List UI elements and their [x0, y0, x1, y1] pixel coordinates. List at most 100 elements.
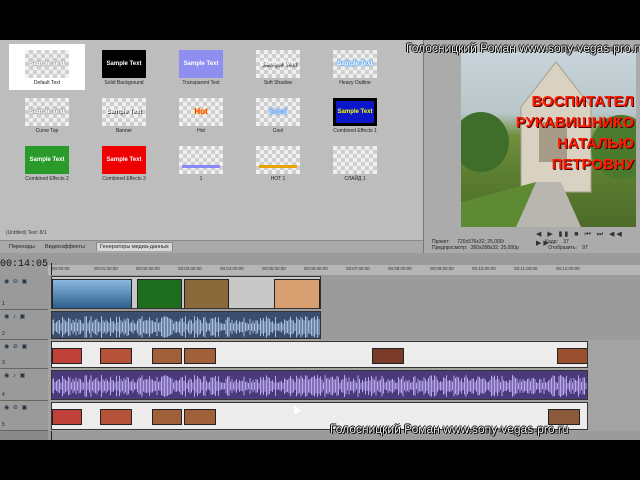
preset-hot[interactable]: Hot Hot — [163, 92, 239, 138]
preview-title-line-3: НАТАЛЬЮ — [557, 135, 634, 152]
track-number: 3 — [2, 360, 5, 366]
ruler-tick-label: 00:07:00:00 — [346, 266, 370, 271]
preview-title-line-2: РУКАВИШНИКО — [515, 114, 634, 131]
tab-media-generators[interactable]: Генераторы медиа-данных — [96, 242, 173, 251]
tab-video-fx[interactable]: Видеоэффекты — [42, 243, 88, 251]
track-header-4[interactable]: ◉ ♪ ▣ 4 — [0, 369, 48, 401]
audio-clip[interactable] — [51, 370, 588, 400]
preset-curve[interactable]: Sample Text Curve Top — [9, 92, 85, 138]
track-header-2[interactable]: ◉ ♪ ▣ 2 — [0, 310, 48, 340]
track-lane-2[interactable] — [48, 310, 640, 340]
preset-label: Combined Effects 3 — [102, 176, 146, 182]
audio-clip[interactable] — [51, 311, 321, 339]
clip-thumbnail — [52, 279, 132, 308]
media-generators-panel: Sample Text Default Text Sample Text Solid … — [0, 40, 424, 254]
track-header-1[interactable]: ◉ ⊘ ▣ 1 — [0, 275, 48, 310]
preset-thumbnail: Sample Text — [25, 98, 69, 126]
preset-default[interactable]: Sample Text Default Text — [9, 44, 85, 90]
preview-title-line-4: ПЕТРОВНУ — [551, 156, 634, 173]
clip-thumbnail — [184, 279, 229, 308]
track-lane-3[interactable] — [48, 340, 640, 369]
preset-custom1[interactable]: 1 — [163, 140, 239, 186]
track-controls-icon[interactable]: ◉ ♪ ▣ — [4, 313, 26, 320]
preset-thumbnail: Sample Text — [102, 146, 146, 174]
preset-label: Soft Shadow — [263, 80, 293, 86]
clip-thumbnail — [152, 409, 182, 425]
preset-custom3[interactable]: СЛАЙД 1 — [317, 140, 393, 186]
preset-label: 1 — [199, 176, 203, 182]
ruler-tick-label: 00:11:00:00 — [514, 266, 538, 271]
preview-quality-label: Предпросмотр: — [432, 245, 468, 251]
timecode-display: 00:14:05 — [0, 259, 49, 270]
watermark-top: Голосницкий Роман www.sony-vegas-pro.ru — [406, 41, 640, 55]
ruler-tick-label: 00:09:00:00 — [430, 266, 454, 271]
preset-outline[interactable]: Sample Text Heavy Outline — [317, 44, 393, 90]
ruler-tick-label: 00:03:00:00 — [178, 266, 202, 271]
timeline: 00:14:05 00:00:00 00:01:00:00 00:02:00:00 0… — [0, 253, 640, 440]
preset-thumbnail: Sample Text — [179, 50, 223, 78]
preset-combined3[interactable]: Sample Text Combined Effects 3 — [86, 140, 162, 186]
preset-transparent[interactable]: Sample Text Transparent Text — [163, 44, 239, 90]
clip-thumbnail — [152, 348, 182, 364]
ruler-tick-label: 00:05:00:00 — [262, 266, 286, 271]
preset-thumbnail — [333, 146, 377, 174]
track-lane-4[interactable] — [48, 369, 640, 401]
preset-label: СЛАЙД 1 — [344, 176, 366, 182]
preset-thumbnail: Sample Text — [256, 50, 300, 78]
track-number: 2 — [2, 331, 5, 337]
clip-thumbnail — [274, 279, 320, 308]
window-docking-tabs: Переходы Видеоэффекты Генераторы медиа-д… — [0, 240, 423, 254]
preset-label: Combined Effects 2 — [25, 176, 69, 182]
ruler-tick-label: 00:01:00:00 — [94, 266, 118, 271]
track-headers: ◉ ⊘ ▣ 1 ◉ ♪ ▣ 2 ◉ ⊘ ▣ 3 ◉ ♪ ▣ 4 ◉ ⊘ ▣ 5 — [0, 275, 48, 440]
track-controls-icon[interactable]: ◉ ♪ ▣ — [4, 372, 26, 379]
preset-label: Heavy Outline — [339, 80, 371, 86]
preset-thumbnail: Sample Text — [25, 50, 69, 78]
preset-cool[interactable]: Cool Cool — [240, 92, 316, 138]
preset-thumbnail-strip — [182, 165, 220, 168]
track-lane-1[interactable] — [48, 275, 640, 310]
preset-label: Curve Top — [35, 128, 59, 134]
tab-transitions[interactable]: Переходы — [6, 243, 38, 251]
preset-label: HOT 1 — [270, 176, 286, 182]
track-controls-icon[interactable]: ◉ ⊘ ▣ — [4, 278, 28, 285]
preset-thumbnail: Sample Text — [333, 50, 377, 78]
preset-label: Banner — [115, 128, 133, 134]
preset-banner[interactable]: Sample Text Banner — [86, 92, 162, 138]
track-header-3[interactable]: ◉ ⊘ ▣ 3 — [0, 340, 48, 369]
preset-label: Combined Effects 1 — [333, 128, 377, 134]
clip-thumbnail — [100, 409, 132, 425]
track-number: 1 — [2, 301, 5, 307]
clip-thumbnail — [557, 348, 587, 364]
preset-label: Cool — [272, 128, 284, 134]
generator-status-text: (Untitled) Text: 8/1 — [6, 230, 47, 236]
clip-thumbnail — [372, 348, 404, 364]
preset-shadow[interactable]: Sample Text Soft Shadow — [240, 44, 316, 90]
preset-thumbnail: Sample Text — [102, 50, 146, 78]
preset-thumbnail-strip — [259, 165, 297, 168]
video-clip[interactable] — [51, 276, 321, 309]
video-preview-panel: ВОСПИТАТЕЛ РУКАВИШНИКО НАТАЛЬЮ ПЕТРОВНУ … — [424, 40, 640, 253]
preset-label: Hot — [197, 128, 205, 134]
clip-thumbnail — [52, 409, 82, 425]
track-controls-icon[interactable]: ◉ ⊘ ▣ — [4, 404, 28, 411]
track-number: 5 — [2, 422, 5, 428]
preset-combined1[interactable]: Sample Text Combined Effects 1 — [317, 92, 393, 138]
track-controls-icon[interactable]: ◉ ⊘ ▣ — [4, 343, 28, 350]
preset-thumbnail — [256, 146, 300, 174]
preset-thumbnail — [179, 146, 223, 174]
video-clip[interactable] — [51, 341, 588, 368]
preset-thumbnail: Sample Text — [333, 98, 377, 126]
track-header-5[interactable]: ◉ ⊘ ▣ 5 — [0, 401, 48, 431]
preset-combined2[interactable]: Sample Text Combined Effects 2 — [9, 140, 85, 186]
display-label: Отобразить: — [548, 245, 577, 251]
preset-label: Solid Background — [104, 80, 144, 86]
ruler-tick-label: 00:04:00:00 — [220, 266, 244, 271]
preset-solid[interactable]: Sample Text Solid Background — [86, 44, 162, 90]
preset-label: Transparent Text — [182, 80, 220, 86]
ruler-tick-label: 00:06:00:00 — [304, 266, 328, 271]
preview-quality-value: 360x288x32; 25,000p — [470, 245, 519, 251]
audio-waveform — [52, 375, 587, 397]
ruler-tick-label: 00:12:00:00 — [556, 266, 580, 271]
preset-custom2[interactable]: HOT 1 — [240, 140, 316, 186]
